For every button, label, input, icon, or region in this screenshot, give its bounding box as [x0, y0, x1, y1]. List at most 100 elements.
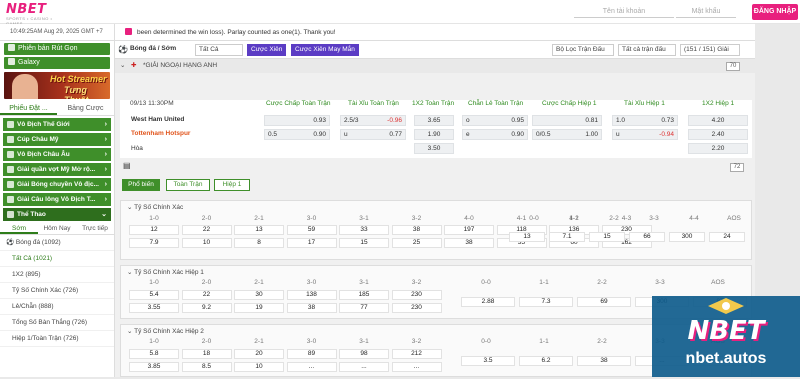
score-odds-cell[interactable]: 3.85	[129, 362, 179, 372]
galaxy-button[interactable]: Galaxy	[4, 57, 110, 69]
odds-1x2-away[interactable]: 1.90	[414, 129, 454, 140]
tab-popular[interactable]: Phổ biến	[122, 179, 160, 191]
password-field[interactable]: Mật khẩu	[676, 6, 736, 18]
market-odd-even[interactable]: Lẻ/Chẵn (888)	[0, 299, 114, 315]
score-odds-cell[interactable]: 38	[444, 238, 494, 248]
all-matches-select[interactable]: Tất cả trận đấu	[618, 44, 676, 56]
score-odds-cell[interactable]: 197	[444, 225, 494, 235]
odds-even[interactable]: e 0.90	[462, 129, 528, 140]
score-odds-cell[interactable]: 230	[391, 290, 442, 300]
score-odds-cell[interactable]: 17	[286, 238, 337, 248]
score-odds-cell[interactable]: 185	[339, 290, 389, 300]
odds-1x2-draw[interactable]: 3.50	[414, 143, 454, 154]
score-odds-cell[interactable]: 30	[234, 290, 284, 300]
score-odds-cell[interactable]: 3.55	[129, 303, 179, 313]
compact-version-button[interactable]: Phiên bản Rút Gọn	[4, 43, 110, 55]
score-odds-cell[interactable]: 18	[181, 349, 232, 359]
draw-odds-cell[interactable]: 3.5	[461, 356, 515, 366]
market-select[interactable]: Tất Cả	[195, 44, 243, 56]
tab-bet-slip[interactable]: Phiếu Đặt ...	[0, 103, 57, 115]
odds-over[interactable]: 2.5/3 -0.96	[340, 115, 406, 126]
draw-odds-cell[interactable]: 6.2	[519, 356, 573, 366]
sports-header[interactable]: Thể Thao ⌄	[3, 208, 111, 221]
draw-odds-cell[interactable]: 24	[709, 232, 745, 242]
score-odds-cell[interactable]: 13	[234, 225, 284, 235]
score-odds-cell[interactable]: 7.9	[129, 238, 179, 248]
score-odds-cell[interactable]: 15	[339, 238, 389, 248]
tab-my-bets[interactable]: Bảng Cược	[57, 103, 114, 115]
league-header[interactable]: ⌄ ✚ *GIẢI NGOẠI HẠNG ANH 70	[115, 59, 755, 73]
odds-1x2-h1-home[interactable]: 4.20	[688, 115, 748, 126]
score-odds-cell[interactable]: 22	[181, 225, 232, 235]
tab-today[interactable]: Hôm Nay	[38, 222, 76, 234]
tab-live[interactable]: Trực tiếp	[76, 222, 114, 234]
odds-handicap-home[interactable]: 0.93	[264, 115, 330, 126]
match-filter-select[interactable]: Bộ Lọc Trận Đấu	[552, 44, 614, 56]
league-badminton[interactable]: Giải Câu lông Vô Địch T... ›	[3, 193, 111, 206]
more-markets-badge[interactable]: 72	[730, 163, 744, 172]
score-odds-cell[interactable]: 98	[339, 349, 389, 359]
score-odds-cell[interactable]: 8	[234, 238, 284, 248]
odds-1x2-h1-draw[interactable]: 2.20	[688, 143, 748, 154]
draw-odds-cell[interactable]: 7.3	[519, 297, 573, 307]
score-odds-cell[interactable]: 5.8	[129, 349, 179, 359]
market-count-badge[interactable]: 70	[726, 62, 740, 71]
draw-odds-cell[interactable]: 69	[577, 297, 631, 307]
tab-first-half[interactable]: Hiệp 1	[214, 179, 250, 191]
draw-odds-cell[interactable]: 13	[509, 232, 545, 242]
odds-handicap-h1-home[interactable]: 0.81	[532, 115, 602, 126]
stats-icon[interactable]: ▤	[123, 161, 131, 170]
promo-banner[interactable]: Hot Streamer Tưng Thuật	[4, 72, 110, 99]
score-odds-cell[interactable]: 59	[286, 225, 337, 235]
score-odds-cell[interactable]: ...	[339, 362, 389, 372]
draw-odds-cell[interactable]: 7.1	[549, 232, 585, 242]
league-euro[interactable]: Vô Địch Châu Âu ›	[3, 148, 111, 161]
parlay-button[interactable]: Cược Xiên	[247, 44, 287, 56]
league-copa-america[interactable]: Cúp Châu Mỹ ›	[3, 133, 111, 146]
odds-handicap-h1-away[interactable]: 0/0.5 1.00	[532, 129, 602, 140]
lucky-parlay-button[interactable]: Cược Xiên May Mắn	[291, 44, 359, 56]
league-us-open-tennis[interactable]: Giải quần vợt Mỹ Mở rộ... ›	[3, 163, 111, 176]
odds-under-h1[interactable]: u -0.94	[612, 129, 678, 140]
score-odds-cell[interactable]: 9.2	[181, 303, 232, 313]
market-correct-score[interactable]: Tỷ Số Chính Xác (726)	[0, 283, 114, 299]
score-odds-cell[interactable]: 38	[391, 225, 442, 235]
draw-odds-cell[interactable]: 300	[669, 232, 705, 242]
score-odds-cell[interactable]: 8.5	[181, 362, 232, 372]
odds-odd[interactable]: o 0.95	[462, 115, 528, 126]
draw-odds-cell[interactable]: 2.88	[461, 297, 515, 307]
login-button[interactable]: ĐĂNG NHẬP	[752, 4, 798, 20]
odds-handicap-away[interactable]: 0.5 0.90	[264, 129, 330, 140]
market-ht-ft[interactable]: Hiệp 1/Toàn Trận (726)	[0, 331, 114, 347]
score-odds-cell[interactable]: 5.4	[129, 290, 179, 300]
market-total-goals[interactable]: Tổng Số Bàn Thắng (726)	[0, 315, 114, 331]
score-odds-cell[interactable]: 10	[234, 362, 284, 372]
market-all[interactable]: Tất Cả (1021)	[0, 251, 114, 267]
draw-odds-cell[interactable]: 66	[629, 232, 665, 242]
odds-under[interactable]: u 0.77	[340, 129, 406, 140]
score-odds-cell[interactable]: 22	[181, 290, 232, 300]
score-odds-cell[interactable]: 20	[234, 349, 284, 359]
tab-early[interactable]: Sớm	[0, 222, 38, 234]
market-1x2[interactable]: 1X2 (895)	[0, 267, 114, 283]
score-odds-cell[interactable]: 33	[339, 225, 389, 235]
odds-over-h1[interactable]: 1.0 0.73	[612, 115, 678, 126]
league-volleyball[interactable]: Giải Bóng chuyền Vô địc... ›	[3, 178, 111, 191]
league-count-select[interactable]: (151 / 151) Giải	[680, 44, 740, 56]
username-field[interactable]: Tên tài khoản	[574, 6, 674, 18]
brand-logo[interactable]: NBET SPORTS • CASINO • GAMES	[6, 3, 58, 26]
score-odds-cell[interactable]: 77	[339, 303, 389, 313]
odds-1x2-h1-away[interactable]: 2.40	[688, 129, 748, 140]
score-odds-cell[interactable]: 138	[286, 290, 337, 300]
score-odds-cell[interactable]: ...	[286, 362, 337, 372]
score-odds-cell[interactable]: 230	[391, 303, 442, 313]
score-odds-cell[interactable]: ...	[391, 362, 442, 372]
score-odds-cell[interactable]: 212	[391, 349, 442, 359]
score-odds-cell[interactable]: 89	[286, 349, 337, 359]
draw-odds-cell[interactable]: 15	[589, 232, 625, 242]
draw-odds-cell[interactable]: 38	[577, 356, 631, 366]
odds-1x2-home[interactable]: 3.65	[414, 115, 454, 126]
league-world-cup[interactable]: Vô Địch Thế Giới ›	[3, 118, 111, 131]
score-odds-cell[interactable]: 12	[129, 225, 179, 235]
sport-soccer[interactable]: ⚽ Bóng đá (1092)	[0, 235, 114, 251]
